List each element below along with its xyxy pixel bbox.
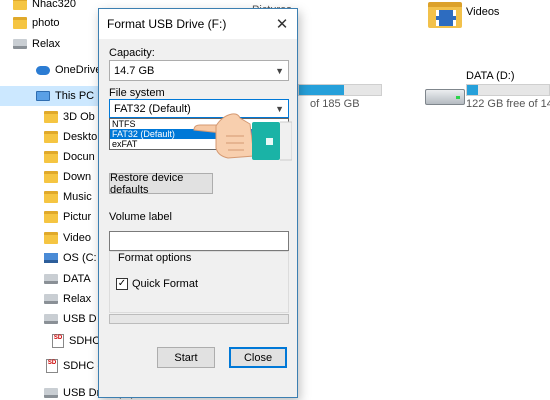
file-system-label: File system: [109, 87, 165, 99]
restore-defaults-button[interactable]: Restore device defaults: [109, 172, 213, 196]
nav-label: Down: [63, 171, 92, 183]
drive-icon: [44, 388, 58, 398]
format-dialog: Format USB Drive (F:) ✕ Capacity: 14.7 G…: [98, 8, 298, 398]
nav-label: Nhac320: [32, 0, 77, 10]
nav-label: DATA: [63, 273, 91, 285]
folder-icon: [44, 211, 58, 223]
folder-icon: [13, 0, 27, 10]
start-button[interactable]: Start: [157, 347, 215, 368]
folder-icon: [44, 111, 58, 123]
nav-label: Deskto: [63, 131, 98, 143]
nav-label: 3D Ob: [63, 111, 95, 123]
quick-format-checkbox[interactable]: ✓: [116, 278, 128, 290]
volume-label-input[interactable]: [109, 231, 289, 251]
drive-d-usage-fill: [467, 85, 479, 95]
nav-item-sdhc-2[interactable]: SD SDHC (: [46, 356, 101, 376]
folder-icon: [13, 17, 27, 29]
folder-icon: [44, 232, 58, 244]
nav-item-nhac320[interactable]: Nhac320: [0, 0, 76, 14]
format-options-label: Format options: [116, 252, 194, 264]
capacity-select[interactable]: 14.7 GB ▼: [109, 60, 289, 81]
nav-item-pictures[interactable]: Pictur: [44, 207, 91, 227]
drive-icon: [44, 274, 58, 284]
drive-c-usage-bar: [298, 84, 382, 96]
nav-label: USB D: [63, 313, 97, 325]
drive-c-usage-fill: [299, 85, 345, 95]
nav-label: OS (C:: [63, 252, 97, 264]
volume-label-label: Volume label: [109, 211, 172, 223]
nav-item-desktop[interactable]: Deskto: [44, 127, 97, 147]
format-progress-bar: [109, 314, 289, 324]
nav-item-music[interactable]: Music: [44, 187, 92, 207]
videos-folder-label[interactable]: Videos: [466, 6, 499, 18]
navigation-pane: Nhac320 photo Relax OneDrive This PC 3D …: [0, 0, 135, 400]
computer-icon: [36, 91, 50, 101]
nav-label: Docun: [63, 151, 95, 163]
close-button[interactable]: Close: [229, 347, 287, 368]
nav-label: OneDrive: [55, 64, 102, 76]
nav-item-sdhc[interactable]: SD SDHC: [52, 331, 100, 351]
nav-item-os-c[interactable]: OS (C:: [44, 248, 97, 268]
quick-format-label: Quick Format: [132, 278, 199, 290]
nav-label: Pictur: [63, 211, 92, 223]
chevron-down-icon: ▼: [275, 65, 284, 76]
nav-item-relax-quick[interactable]: Relax: [0, 34, 60, 54]
sd-card-icon: SD: [46, 359, 58, 373]
os-drive-icon: [44, 253, 58, 263]
nav-label: Relax: [32, 38, 61, 50]
drive-d-free-text: 122 GB free of 142: [466, 98, 550, 110]
folder-icon: [44, 131, 58, 143]
dialog-titlebar[interactable]: Format USB Drive (F:) ✕: [99, 9, 297, 39]
drive-icon: [13, 39, 27, 49]
nav-item-3d-objects[interactable]: 3D Ob: [44, 107, 95, 127]
capacity-value: 14.7 GB: [114, 64, 155, 77]
drive-d-usage-bar: [466, 84, 550, 96]
nav-label: photo: [32, 17, 60, 29]
drive-c-free-text: of 185 GB: [310, 98, 360, 110]
close-icon[interactable]: ✕: [267, 9, 297, 39]
nav-item-relax-e[interactable]: Relax: [44, 289, 91, 309]
format-options-group: Format options ✓ Quick Format: [109, 251, 289, 313]
drive-icon: [44, 294, 58, 304]
checkmark-icon: ✓: [117, 278, 127, 289]
folder-icon: [44, 191, 58, 203]
quick-format-option[interactable]: ✓ Quick Format: [116, 278, 198, 290]
nav-label: SDHC (: [63, 360, 101, 372]
nav-item-usb-drive[interactable]: USB D: [44, 309, 97, 329]
nav-item-onedrive[interactable]: OneDrive: [36, 60, 101, 80]
nav-item-data-d[interactable]: DATA: [44, 269, 91, 289]
nav-label: Relax: [63, 293, 92, 305]
nav-item-this-pc[interactable]: This PC: [0, 86, 100, 106]
pointing-hand-icon: [193, 113, 292, 161]
dialog-title: Format USB Drive (F:): [107, 17, 227, 31]
nav-label: This PC: [55, 90, 95, 102]
file-system-value: FAT32 (Default): [114, 102, 191, 115]
film-icon: [436, 10, 456, 26]
capacity-label: Capacity:: [109, 47, 155, 59]
nav-item-documents[interactable]: Docun: [44, 147, 95, 167]
drive-d-name[interactable]: DATA (D:): [466, 70, 514, 82]
nav-item-photo[interactable]: photo: [0, 13, 60, 33]
sd-card-icon: SD: [52, 334, 64, 348]
nav-label: Video: [63, 232, 91, 244]
nav-item-videos[interactable]: Video: [44, 228, 91, 248]
drive-d-icon[interactable]: [425, 89, 465, 105]
folder-icon: [44, 151, 58, 163]
cloud-icon: [36, 65, 50, 75]
nav-label: SDHC: [69, 335, 101, 347]
nav-label: Music: [63, 191, 92, 203]
nav-item-downloads[interactable]: Down: [44, 167, 91, 187]
folder-icon: [44, 171, 58, 183]
drive-icon: [44, 314, 58, 324]
videos-folder-icon[interactable]: [428, 2, 462, 28]
